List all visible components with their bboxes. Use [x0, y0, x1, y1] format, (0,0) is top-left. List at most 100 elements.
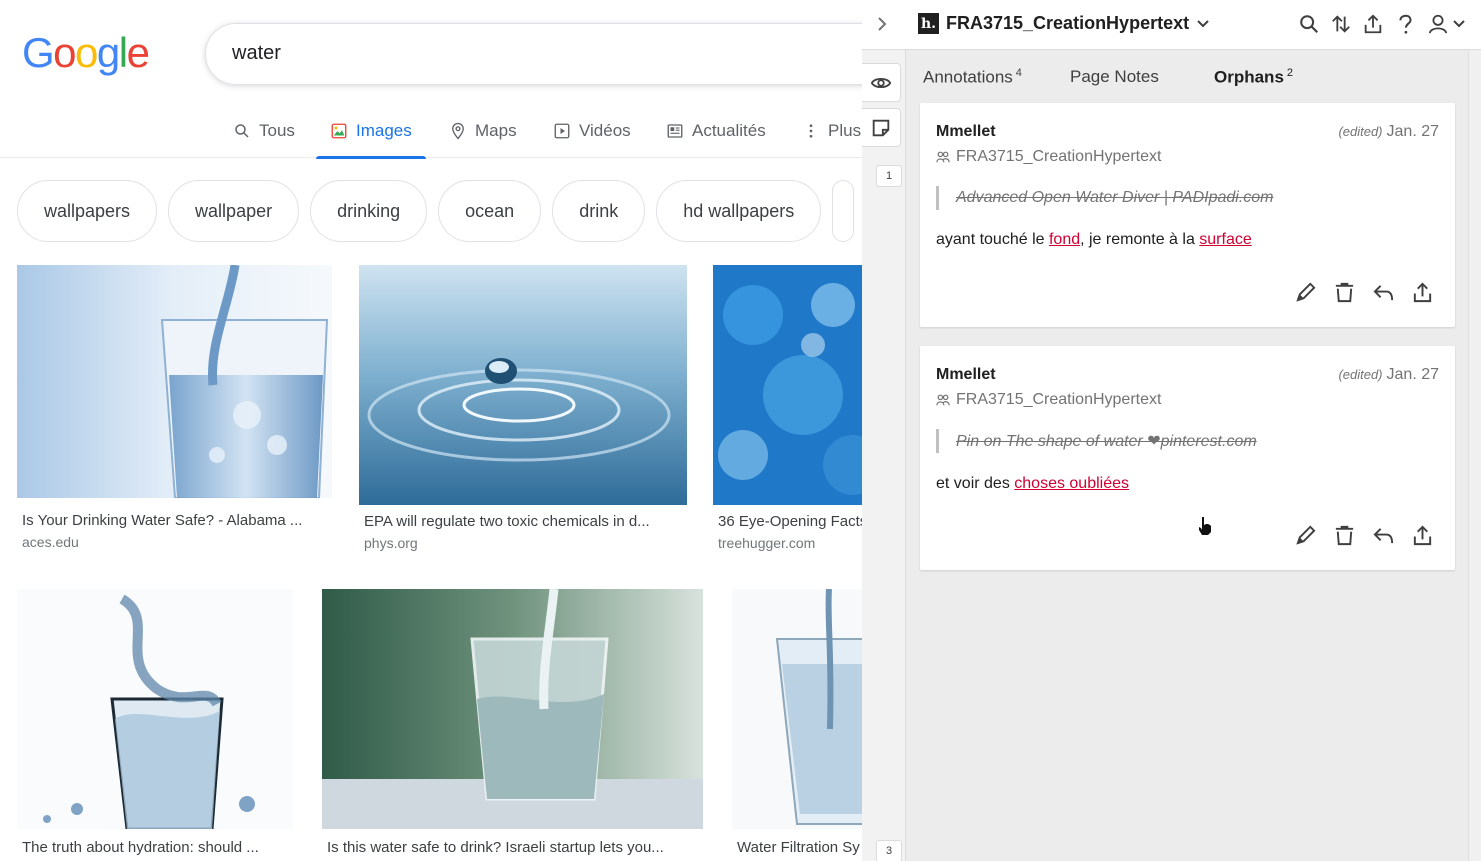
- toggle-highlights-button[interactable]: [862, 63, 901, 102]
- tab-maps[interactable]: Maps: [447, 104, 519, 158]
- chip[interactable]: drink: [552, 180, 646, 242]
- result-thumbnail[interactable]: [322, 589, 703, 829]
- tab-all[interactable]: Tous: [231, 104, 297, 158]
- tab-images[interactable]: Images: [316, 104, 426, 159]
- new-page-note-button[interactable]: [862, 108, 901, 147]
- image-result[interactable]: EPA will regulate two toxic chemicals in…: [359, 265, 687, 551]
- google-logo[interactable]: Google: [22, 28, 150, 78]
- result-thumbnail[interactable]: [713, 265, 877, 505]
- collapse-sidebar-button[interactable]: [872, 12, 892, 36]
- tab-news[interactable]: Actualités: [664, 104, 768, 158]
- annotation-group: FRA3715_CreationHypertext: [936, 148, 1161, 166]
- user-menu-button[interactable]: [1425, 11, 1467, 37]
- annotation-date[interactable]: (edited) Jan. 27: [1338, 123, 1439, 141]
- annotations-panel: Annotations 4 Page Notes Orphans 2 Mmellet…: [906, 50, 1468, 861]
- reply-button[interactable]: [1371, 523, 1396, 548]
- google-images-page: Google Tous Images Maps Vidéos Actualité…: [0, 0, 877, 861]
- search-box[interactable]: [205, 23, 877, 85]
- chip[interactable]: ocean: [438, 180, 542, 242]
- annotation-date[interactable]: (edited) Jan. 27: [1338, 366, 1439, 384]
- chip[interactable]: drinking: [310, 180, 428, 242]
- chevron-down-icon: [1197, 19, 1209, 27]
- annotation-card[interactable]: Mmellet (edited) Jan. 27 FRA3715_Creation…: [920, 103, 1455, 327]
- map-pin-icon: [452, 122, 464, 140]
- tab-label: Tous: [259, 121, 295, 140]
- tab-label: Vidéos: [579, 121, 631, 140]
- tab-annotations[interactable]: Annotations 4: [923, 67, 1022, 88]
- annotation-actions: [1293, 280, 1435, 305]
- edit-button[interactable]: [1293, 523, 1318, 548]
- image-result[interactable]: 36 Eye-Opening Facts treehugger.com: [713, 265, 877, 551]
- tab-count: 4: [1015, 67, 1022, 79]
- delete-button[interactable]: [1332, 523, 1357, 548]
- bucket-bar: 1 3: [862, 50, 906, 861]
- chevron-down-icon: [1453, 20, 1465, 28]
- group-name: FRA3715_CreationHypertext: [946, 13, 1190, 33]
- tab-label: Orphans: [1214, 67, 1284, 87]
- trash-icon: [1335, 282, 1354, 303]
- annotation-user[interactable]: Mmellet: [936, 123, 996, 141]
- result-title[interactable]: EPA will regulate two toxic chemicals in…: [359, 513, 687, 530]
- search-icon: [1300, 15, 1319, 34]
- tab-label: Actualités: [692, 121, 766, 140]
- tab-orphans[interactable]: Orphans 2: [1214, 67, 1293, 88]
- edited-label: (edited): [1338, 367, 1383, 382]
- tab-label: Images: [356, 121, 412, 140]
- annotation-card[interactable]: Mmellet (edited) Jan. 27 FRA3715_Creation…: [920, 346, 1455, 570]
- bucket-count[interactable]: 3: [876, 840, 902, 861]
- image-result[interactable]: Water Filtration Sy: [732, 589, 877, 856]
- chevron-right-icon: [878, 17, 887, 31]
- more-vertical-icon: [809, 124, 813, 138]
- edit-button[interactable]: [1293, 280, 1318, 305]
- result-thumbnail[interactable]: [732, 589, 877, 829]
- share-page-button[interactable]: [1361, 11, 1385, 37]
- share-icon: [1364, 14, 1382, 34]
- result-title[interactable]: 36 Eye-Opening Facts: [713, 513, 877, 530]
- search-annotations-button[interactable]: [1297, 11, 1321, 37]
- chip-partial[interactable]: [832, 180, 855, 242]
- bucket-count[interactable]: 1: [876, 165, 902, 187]
- image-result[interactable]: Is this water safe to drink? Israeli sta…: [322, 589, 703, 856]
- tab-videos[interactable]: Vidéos: [551, 104, 633, 158]
- tab-count: 2: [1286, 67, 1294, 79]
- delete-button[interactable]: [1332, 280, 1357, 305]
- tab-page-notes[interactable]: Page Notes: [1070, 67, 1159, 87]
- hypothesis-logo-icon[interactable]: h.: [918, 13, 939, 34]
- chip[interactable]: wallpapers: [17, 180, 158, 242]
- reply-button[interactable]: [1371, 280, 1396, 305]
- note-icon: [872, 119, 890, 136]
- annotation-body: et voir des choses oubliées: [936, 475, 1130, 492]
- tab-label: Page Notes: [1070, 67, 1159, 86]
- newspaper-icon: [667, 124, 683, 138]
- result-title[interactable]: Water Filtration Sy: [732, 839, 877, 856]
- tab-more[interactable]: Plus: [800, 104, 863, 158]
- annotation-user[interactable]: Mmellet: [936, 366, 996, 384]
- sort-button[interactable]: [1329, 11, 1353, 37]
- result-thumbnail[interactable]: [17, 265, 332, 498]
- group-icon: [936, 151, 950, 163]
- share-button[interactable]: [1410, 280, 1435, 305]
- annotation-quote: Advanced Open Water Diver | PADIpadi.com: [936, 186, 1273, 210]
- sidebar-scrollbar[interactable]: [1468, 50, 1481, 861]
- result-title[interactable]: Is Your Drinking Water Safe? - Alabama .…: [17, 512, 332, 529]
- search-input[interactable]: [232, 42, 832, 65]
- annotation-body: ayant touché le fond, je remonte à la su…: [936, 231, 1252, 248]
- share-button[interactable]: [1410, 523, 1435, 548]
- result-thumbnail[interactable]: [17, 589, 293, 829]
- image-result[interactable]: Is Your Drinking Water Safe? - Alabama .…: [17, 265, 332, 550]
- result-site: aces.edu: [22, 534, 79, 550]
- video-icon: [554, 123, 570, 139]
- image-result[interactable]: The truth about hydration: should ...: [17, 589, 293, 856]
- result-title[interactable]: The truth about hydration: should ...: [17, 839, 293, 856]
- group-selector[interactable]: FRA3715_CreationHypertext: [946, 13, 1209, 34]
- result-thumbnail[interactable]: [359, 265, 687, 505]
- share-icon: [1413, 525, 1432, 546]
- chip[interactable]: hd wallpapers: [656, 180, 822, 242]
- annotation-link[interactable]: surface: [1199, 231, 1251, 248]
- help-button[interactable]: [1393, 11, 1417, 37]
- chip[interactable]: wallpaper: [168, 180, 300, 242]
- result-title[interactable]: Is this water safe to drink? Israeli sta…: [322, 839, 703, 856]
- annotation-link[interactable]: fond: [1049, 231, 1080, 248]
- annotation-link[interactable]: choses oubliées: [1014, 475, 1129, 492]
- result-site: treehugger.com: [718, 535, 816, 551]
